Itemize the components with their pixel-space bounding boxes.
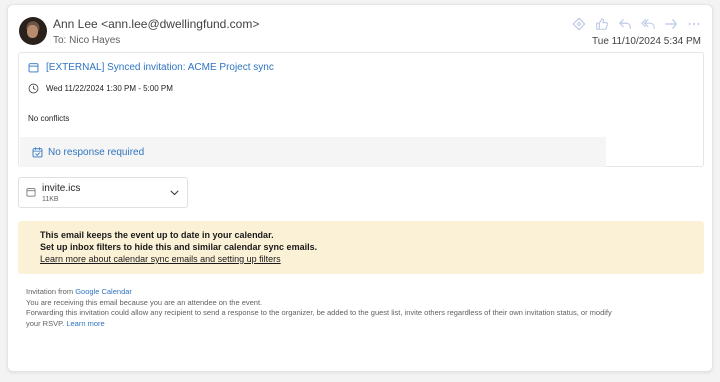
response-status: No response required: [20, 137, 606, 167]
sent-date: Tue 11/10/2024 5:34 PM: [592, 36, 701, 47]
footer-line-2: You are receiving this email because you…: [26, 297, 263, 307]
calendar-invite: [EXTERNAL] Synced invitation: ACME Proje…: [18, 52, 704, 167]
banner-learn-more-link[interactable]: Learn more about calendar sync emails an…: [40, 253, 704, 265]
invite-time: Wed 11/22/2024 1:30 PM - 5:00 PM: [46, 84, 173, 93]
reply-icon[interactable]: [616, 15, 634, 33]
conflicts-status: No conflicts: [28, 114, 70, 123]
to-label: To:: [53, 35, 67, 46]
tag-icon[interactable]: [570, 15, 588, 33]
banner-line-1: This email keeps the event up to date in…: [40, 230, 274, 240]
sender[interactable]: Ann Lee <ann.lee@dwellingfund.com>: [53, 17, 259, 31]
to-name[interactable]: Nico Hayes: [69, 35, 120, 46]
invitation-from-text: Invitation from: [26, 287, 74, 296]
invitation-footer: Invitation from Google Calendar You are …: [26, 287, 706, 329]
like-icon[interactable]: [593, 15, 611, 33]
attachment-name: invite.ics: [42, 183, 81, 194]
email-card: Ann Lee <ann.lee@dwellingfund.com> To: N…: [7, 4, 713, 372]
attachment-card[interactable]: invite.ics 11KB: [18, 177, 188, 208]
attachment-size: 11KB: [42, 196, 59, 203]
forward-icon[interactable]: [662, 15, 680, 33]
banner-line-2: Set up inbox filters to hide this and si…: [40, 242, 318, 252]
recipients: To: Nico Hayes: [53, 35, 120, 46]
rsvp-text: your RSVP.: [26, 318, 65, 328]
footer-line-3: Forwarding this invitation could allow a…: [26, 308, 612, 317]
clock-icon: [28, 83, 39, 94]
calendar-icon: [28, 63, 39, 73]
reply-all-icon[interactable]: [639, 15, 657, 33]
invite-time-row: Wed 11/22/2024 1:30 PM - 5:00 PM: [28, 83, 173, 94]
sender-name: Ann Lee: [53, 17, 98, 31]
invite-title-row[interactable]: [EXTERNAL] Synced invitation: ACME Proje…: [28, 62, 274, 73]
footer-line-1: Invitation from Google Calendar: [26, 287, 706, 298]
avatar[interactable]: [19, 17, 47, 45]
more-icon[interactable]: [685, 15, 703, 33]
invite-title: [EXTERNAL] Synced invitation: ACME Proje…: [46, 62, 274, 73]
footer-line-4: your RSVP. Learn more: [26, 319, 706, 330]
response-label: No response required: [48, 146, 145, 158]
chevron-down-icon[interactable]: [169, 187, 180, 198]
sender-address: <ann.lee@dwellingfund.com>: [101, 17, 260, 31]
message-actions: [570, 15, 703, 33]
calendar-sync-banner: This email keeps the event up to date in…: [18, 221, 704, 274]
google-calendar-link[interactable]: Google Calendar: [75, 287, 132, 296]
calendar-check-icon: [32, 146, 43, 157]
footer-learn-more-link[interactable]: Learn more: [66, 319, 104, 328]
calendar-file-icon: [26, 188, 36, 197]
